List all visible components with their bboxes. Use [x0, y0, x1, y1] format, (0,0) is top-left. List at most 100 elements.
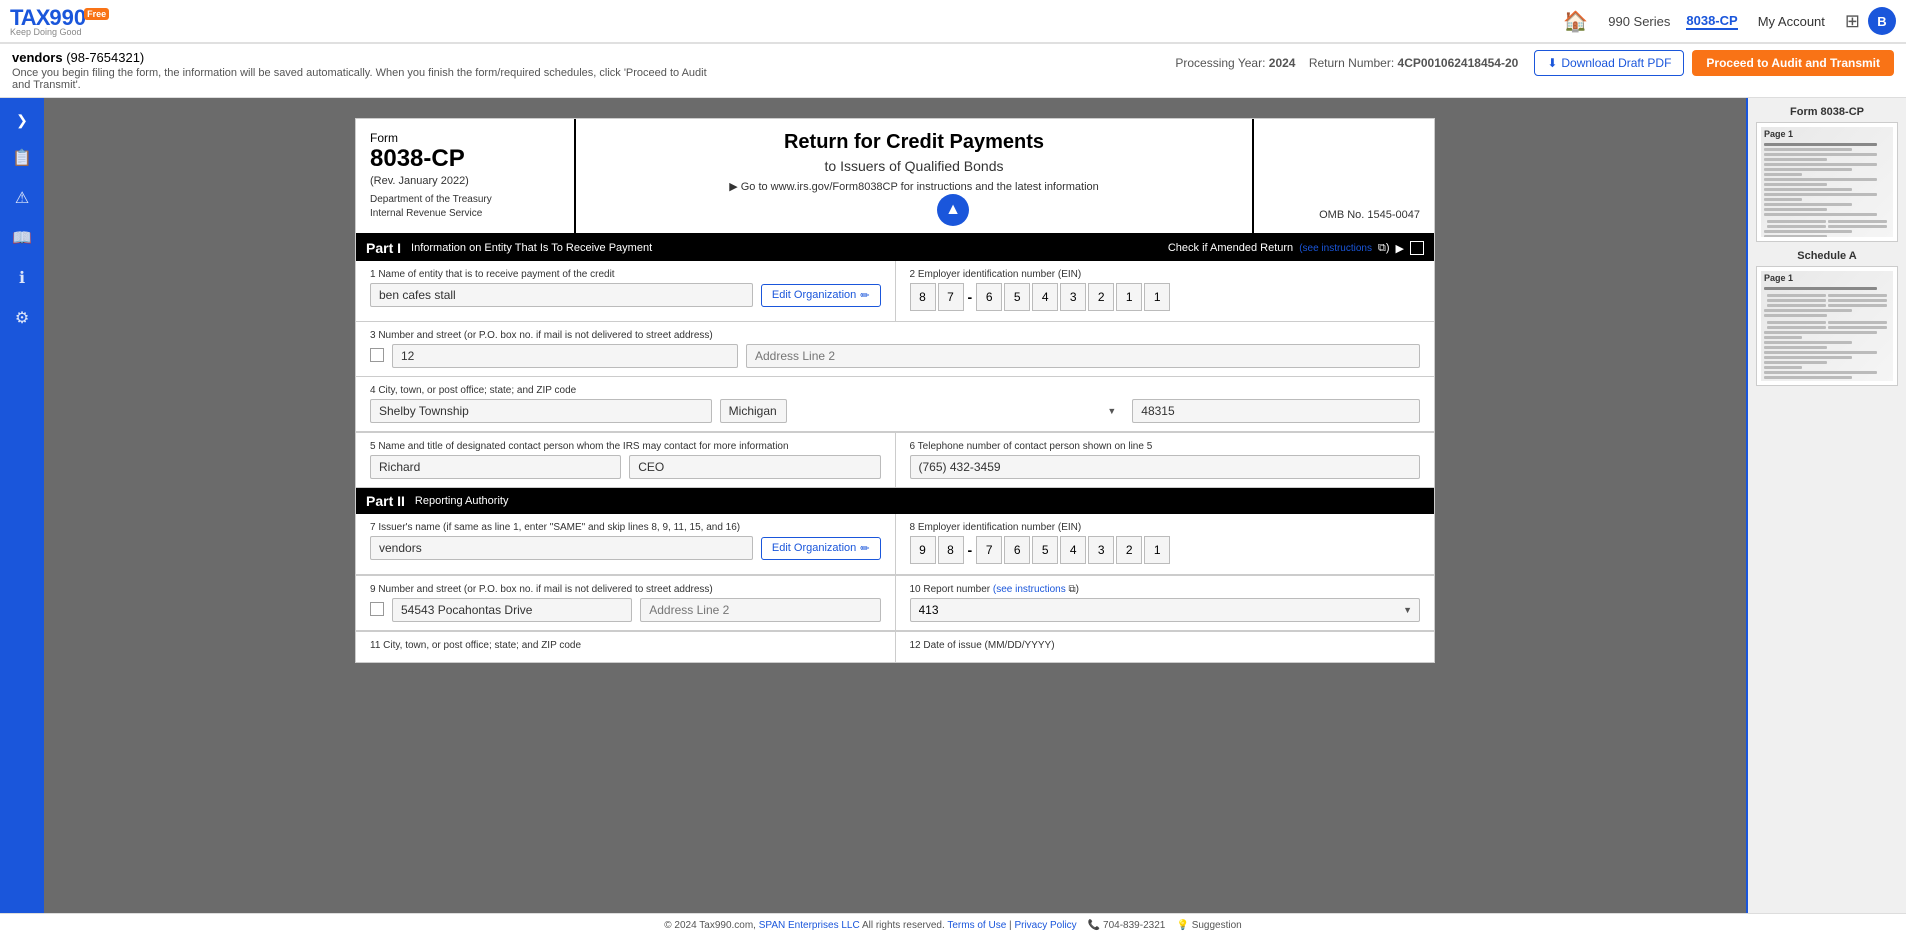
field9-addr2-input[interactable]: [640, 598, 880, 622]
ein-box-9[interactable]: 1: [1144, 283, 1170, 311]
field10-report-select[interactable]: 413 414 415: [910, 598, 1421, 622]
field10-label: 10 Report number (see instructions ⧉): [910, 584, 1421, 595]
logo-badge: Free: [84, 8, 109, 20]
field3-input[interactable]: [392, 344, 738, 368]
form-container: Form 8038-CP (Rev. January 2022) Departm…: [355, 118, 1435, 663]
edit-organization-button-1[interactable]: Edit Organization ✏: [761, 284, 881, 307]
schedule-label: Schedule A: [1756, 250, 1898, 262]
processing-year-label: Processing Year:: [1175, 56, 1265, 70]
edit-organization-button-2[interactable]: Edit Organization ✏: [761, 537, 881, 560]
field5-title-input[interactable]: [629, 455, 880, 479]
field6-phone-input[interactable]: [910, 455, 1421, 479]
footer-rights: All rights reserved.: [862, 920, 945, 931]
field9-checkbox[interactable]: [370, 602, 384, 616]
right-sidebar: Form 8038-CP Page 1: [1746, 98, 1906, 913]
form-omb: OMB No. 1545-0047: [1319, 209, 1420, 221]
field1-input[interactable]: [370, 283, 753, 307]
schedule-page1-thumbnail[interactable]: Page 1: [1756, 266, 1898, 386]
field8-area: 8 Employer identification number (EIN) 9…: [896, 514, 1435, 574]
part1-label: Part I: [366, 240, 401, 256]
warning-icon[interactable]: ⚠: [9, 182, 35, 214]
see-instructions-link-amended[interactable]: (see instructions: [1299, 243, 1372, 254]
field5-first-input[interactable]: [370, 455, 621, 479]
download-draft-button[interactable]: ⬇ Download Draft PDF: [1534, 50, 1684, 76]
footer: © 2024 Tax990.com, SPAN Enterprises LLC …: [0, 913, 1906, 937]
form-page1-thumbnail[interactable]: Page 1: [1756, 122, 1898, 242]
copy-icon[interactable]: 📋: [6, 142, 38, 174]
field6-label: 6 Telephone number of contact person sho…: [910, 441, 1421, 452]
ein-box-5[interactable]: 4: [1032, 283, 1058, 311]
part1-desc: Information on Entity That Is To Receive…: [411, 242, 652, 254]
edit-icon-2: ✏: [860, 542, 869, 555]
ein-boxes-2: 9 8 - 7 6 5 4 3 2 1: [910, 536, 1421, 564]
thumb-lines-1: [1761, 141, 1893, 237]
info-icon[interactable]: ℹ: [13, 262, 31, 294]
proceed-audit-button[interactable]: Proceed to Audit and Transmit: [1692, 50, 1894, 76]
field4-state-select[interactable]: Michigan Alabama Alaska: [720, 399, 787, 423]
form-header-right: OMB No. 1545-0047: [1254, 119, 1434, 233]
ein-boxes-1: 8 7 - 6 5 4 3 2 1 1: [910, 283, 1421, 311]
sidebar-expand-button[interactable]: ❯: [4, 106, 40, 134]
form-area: Form 8038-CP (Rev. January 2022) Departm…: [44, 98, 1746, 913]
footer-terms[interactable]: Terms of Use: [947, 920, 1006, 931]
footer-span-link[interactable]: SPAN Enterprises LLC: [759, 920, 860, 931]
nav-my-account[interactable]: My Account: [1758, 14, 1825, 29]
ein8-box-3[interactable]: 7: [976, 536, 1002, 564]
ein8-box-2[interactable]: 8: [938, 536, 964, 564]
field4-city-input[interactable]: [370, 399, 712, 423]
form-number: 8038-CP: [370, 145, 560, 173]
org-ein: (98-7654321): [66, 50, 144, 65]
field9-input[interactable]: [392, 598, 632, 622]
ein8-box-4[interactable]: 6: [1004, 536, 1030, 564]
user-avatar[interactable]: B: [1868, 7, 1896, 35]
form-header: Form 8038-CP (Rev. January 2022) Departm…: [356, 119, 1434, 235]
field7-input[interactable]: [370, 536, 753, 560]
ein-box-2[interactable]: 7: [938, 283, 964, 311]
home-icon[interactable]: 🏠: [1563, 9, 1588, 34]
form-rev: (Rev. January 2022): [370, 175, 560, 187]
field10-see-instructions[interactable]: (see instructions: [993, 584, 1066, 595]
sub-header-right: Processing Year: 2024 Return Number: 4CP…: [1175, 50, 1894, 76]
form-dept: Department of the Treasury Internal Reve…: [370, 193, 560, 221]
grid-icon[interactable]: ⊞: [1845, 11, 1860, 32]
ein-box-3[interactable]: 6: [976, 283, 1002, 311]
field9-10-row: 9 Number and street (or P.O. box no. if …: [356, 575, 1434, 630]
part1-header: Part I Information on Entity That Is To …: [356, 235, 1434, 261]
field3-checkbox[interactable]: [370, 348, 384, 362]
field3-addr2-input[interactable]: [746, 344, 1420, 368]
field10-report-wrapper: 413 414 415: [910, 598, 1421, 622]
processing-year: 2024: [1269, 56, 1296, 70]
field10-area: 10 Report number (see instructions ⧉) 41…: [896, 576, 1435, 630]
field4-state-wrapper: Michigan Alabama Alaska: [720, 399, 1125, 423]
book-icon[interactable]: 📖: [6, 222, 38, 254]
scroll-up-button[interactable]: ▲: [937, 194, 969, 226]
settings-icon[interactable]: ⚙: [9, 302, 35, 334]
field3-section: 3 Number and street (or P.O. box no. if …: [356, 322, 1434, 376]
ein8-box-9[interactable]: 1: [1144, 536, 1170, 564]
ein8-box-5[interactable]: 5: [1032, 536, 1058, 564]
nav-8038cp[interactable]: 8038-CP: [1686, 13, 1737, 30]
footer-privacy[interactable]: Privacy Policy: [1014, 920, 1076, 931]
footer-copyright: © 2024 Tax990.com,: [664, 920, 756, 931]
ein-box-1[interactable]: 8: [910, 283, 936, 311]
field2-area: 2 Employer identification number (EIN) 8…: [896, 261, 1435, 321]
ein8-box-8[interactable]: 2: [1116, 536, 1142, 564]
schedule-page1-thumb-inner: Page 1: [1761, 271, 1893, 381]
ein8-box-7[interactable]: 3: [1088, 536, 1114, 564]
ein8-box-6[interactable]: 4: [1060, 536, 1086, 564]
ein-box-4[interactable]: 5: [1004, 283, 1030, 311]
field7-area: 7 Issuer's name (if same as line 1, ente…: [356, 514, 896, 574]
form-instruction: ▶ Go to www.irs.gov/Form8038CP for instr…: [586, 180, 1242, 193]
field4-zip-input[interactable]: [1132, 399, 1420, 423]
part2-label: Part II: [366, 493, 405, 509]
amended-checkbox[interactable]: [1410, 241, 1424, 255]
field9-row: [370, 598, 881, 622]
field1-2-row: 1 Name of entity that is to receive paym…: [356, 261, 1434, 321]
field7-8-row: 7 Issuer's name (if same as line 1, ente…: [356, 514, 1434, 574]
footer-suggestion-icon: 💡: [1176, 920, 1188, 931]
part2-desc: Reporting Authority: [415, 495, 509, 507]
ein8-box-1[interactable]: 9: [910, 536, 936, 564]
ein-box-8[interactable]: 1: [1116, 283, 1142, 311]
ein-box-6[interactable]: 3: [1060, 283, 1086, 311]
ein-box-7[interactable]: 2: [1088, 283, 1114, 311]
